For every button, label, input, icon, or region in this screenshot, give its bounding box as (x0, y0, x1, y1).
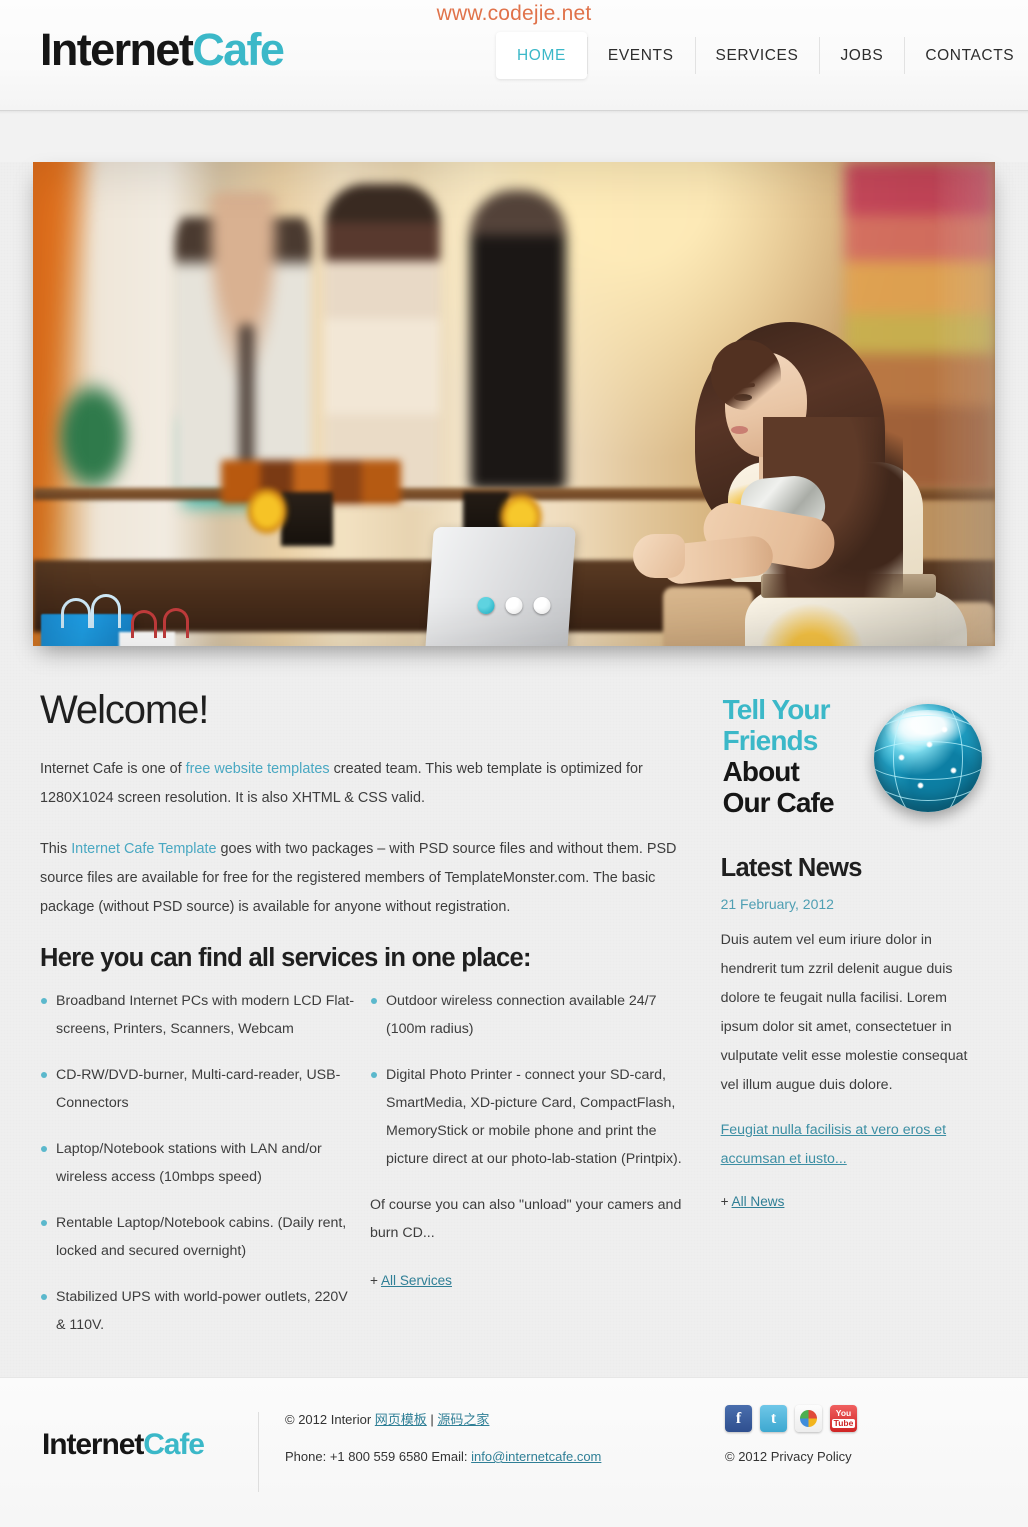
footer-link-source[interactable]: 源码之家 (437, 1412, 489, 1427)
hero-woman-hand (633, 534, 685, 578)
hero-bag-handle-4 (163, 608, 189, 638)
hero-bag-handle-2 (91, 594, 121, 628)
free-website-templates-link[interactable]: free website templates (186, 761, 330, 777)
footer-contact-line: Phone: +1 800 559 6580 Email: info@inter… (285, 1449, 601, 1464)
site-logo[interactable]: InternetCafe (40, 24, 285, 75)
services-list-right: Outdoor wireless connection available 24… (370, 987, 686, 1173)
news-readmore-wrap: Feugiat nulla facilisis at vero eros et … (721, 1116, 988, 1174)
footer-copyright-line: © 2012 Interior 网页模板 | 源码之家 (285, 1409, 601, 1428)
intro-paragraph-1: Internet Cafe is one of free website tem… (40, 755, 687, 813)
globe-icon (874, 704, 982, 812)
logo-text-accent: Cafe (192, 24, 285, 75)
globe-mesh (874, 704, 982, 812)
hero-chair-back (273, 587, 393, 646)
main-navigation: HOME EVENTS SERVICES JOBS CONTACTS (496, 32, 1028, 79)
intro-p1-text-a: Internet Cafe is one of (40, 761, 186, 777)
footer-email-link[interactable]: info@internetcafe.com (471, 1449, 601, 1464)
slider-pagination (477, 597, 551, 614)
privacy-policy-text[interactable]: © 2012 Privacy Policy (725, 1449, 852, 1464)
hero-laptop-screen (422, 527, 576, 646)
tell-line-2: Friends (722, 725, 819, 756)
sidebar-column: Tell Your Friends About Our Cafe Latest … (721, 688, 988, 1357)
main-column: Welcome! Internet Cafe is one of free we… (40, 688, 687, 1357)
service-item: Stabilized UPS with world-power outlets,… (40, 1283, 356, 1339)
internet-cafe-template-link[interactable]: Internet Cafe Template (71, 841, 216, 857)
nav-item-events[interactable]: EVENTS (586, 32, 695, 79)
tell-friends-banner[interactable]: Tell Your Friends About Our Cafe (721, 688, 988, 836)
youtube-icon[interactable]: You Tube (830, 1405, 857, 1432)
footer-logo[interactable]: InternetCafe (42, 1428, 205, 1462)
services-list-left: Broadband Internet PCs with modern LCD F… (40, 987, 356, 1339)
slider-dot-3[interactable] (533, 597, 551, 614)
hero-bg-person-dark (470, 190, 566, 490)
service-item: Outdoor wireless connection available 24… (370, 987, 686, 1043)
service-item: Digital Photo Printer - connect your SD-… (370, 1061, 686, 1173)
footer-logo-accent: Cafe (143, 1428, 205, 1461)
facebook-icon[interactable]: f (725, 1405, 752, 1432)
hero-bg-flower-left (245, 486, 289, 536)
page-body: Welcome! Internet Cafe is one of free we… (0, 162, 1028, 1377)
slider-dot-2[interactable] (505, 597, 523, 614)
all-services-link-wrap: + All Services (370, 1273, 686, 1288)
nav-item-jobs[interactable]: JOBS (819, 32, 904, 79)
service-item: Rentable Laptop/Notebook cabins. (Daily … (40, 1209, 356, 1265)
footer-copyright-block: © 2012 Interior 网页模板 | 源码之家 Phone: +1 80… (285, 1409, 601, 1464)
tell-line-4: Our Cafe (722, 787, 835, 818)
news-article-link[interactable]: Feugiat nulla facilisis at vero eros et … (721, 1122, 947, 1167)
footer-logo-primary: Internet (42, 1428, 144, 1461)
site-watermark: www.codejie.net (436, 2, 592, 25)
hero-bg-plant (53, 377, 133, 497)
hero-bag-handle-1 (61, 598, 91, 628)
footer-copyright-sep: | (426, 1412, 438, 1427)
tell-line-3: About (722, 756, 800, 787)
social-links: f t You Tube (725, 1405, 857, 1432)
hero-woman-lips (731, 426, 748, 434)
hero-bg-person-dress (325, 184, 440, 504)
footer-phone-label: Phone: +1 800 559 6580 Email: (285, 1449, 472, 1464)
all-services-prefix: + (370, 1273, 381, 1288)
footer-divider (258, 1412, 259, 1492)
intro-p2-text-a: This (40, 841, 72, 857)
nav-item-contacts[interactable]: CONTACTS (904, 32, 1028, 79)
all-news-link[interactable]: All News (732, 1194, 785, 1209)
all-news-prefix: + (720, 1194, 732, 1209)
services-column-right: Outdoor wireless connection available 24… (370, 987, 686, 1357)
all-services-link[interactable]: All Services (381, 1273, 452, 1288)
slider-dot-1[interactable] (477, 597, 495, 614)
nav-item-services[interactable]: SERVICES (694, 32, 820, 79)
all-news-link-wrap: + All News (721, 1194, 988, 1209)
hero-bg-person-man (175, 192, 311, 492)
intro-paragraph-2: This Internet Cafe Template goes with tw… (40, 835, 687, 922)
service-item: Laptop/Notebook stations with LAN and/or… (40, 1135, 356, 1191)
tell-friends-text: Tell Your Friends About Our Cafe (722, 694, 835, 818)
hero-bag-handle-3 (131, 610, 157, 638)
latest-news-heading: Latest News (720, 854, 863, 882)
footer-copyright-prefix: © 2012 Interior (285, 1412, 375, 1427)
hero-woman-skirt (745, 590, 967, 646)
service-item: CD-RW/DVD-burner, Multi-card-reader, USB… (40, 1061, 356, 1117)
content-area: Welcome! Internet Cafe is one of free we… (40, 688, 988, 1357)
hero-woman-hair-front (711, 340, 781, 410)
google-icon[interactable] (795, 1405, 822, 1432)
logo-text-primary: Internet (40, 24, 194, 75)
tell-line-1: Tell Your (722, 694, 831, 725)
footer-link-templates[interactable]: 网页模板 (375, 1412, 427, 1427)
page-title: Welcome! (40, 688, 209, 732)
nav-item-home[interactable]: HOME (496, 32, 587, 79)
services-columns: Broadband Internet PCs with modern LCD F… (40, 987, 687, 1357)
services-extra-note: Of course you can also "unload" your cam… (370, 1197, 682, 1241)
twitter-icon[interactable]: t (760, 1405, 787, 1432)
hero-image (33, 162, 995, 646)
services-column-left: Broadband Internet PCs with modern LCD F… (40, 987, 356, 1357)
services-heading: Here you can find all services in one pl… (40, 944, 531, 972)
service-item: Broadband Internet PCs with modern LCD F… (40, 987, 356, 1043)
youtube-label-bottom: Tube (831, 1418, 856, 1428)
hero-slider (33, 162, 995, 646)
youtube-label-top: You (835, 1408, 852, 1418)
hero-window-glare (937, 162, 995, 646)
news-date: 21 February, 2012 (720, 896, 834, 912)
news-body: Duis autem vel eum iriure dolor in hendr… (720, 932, 968, 1093)
